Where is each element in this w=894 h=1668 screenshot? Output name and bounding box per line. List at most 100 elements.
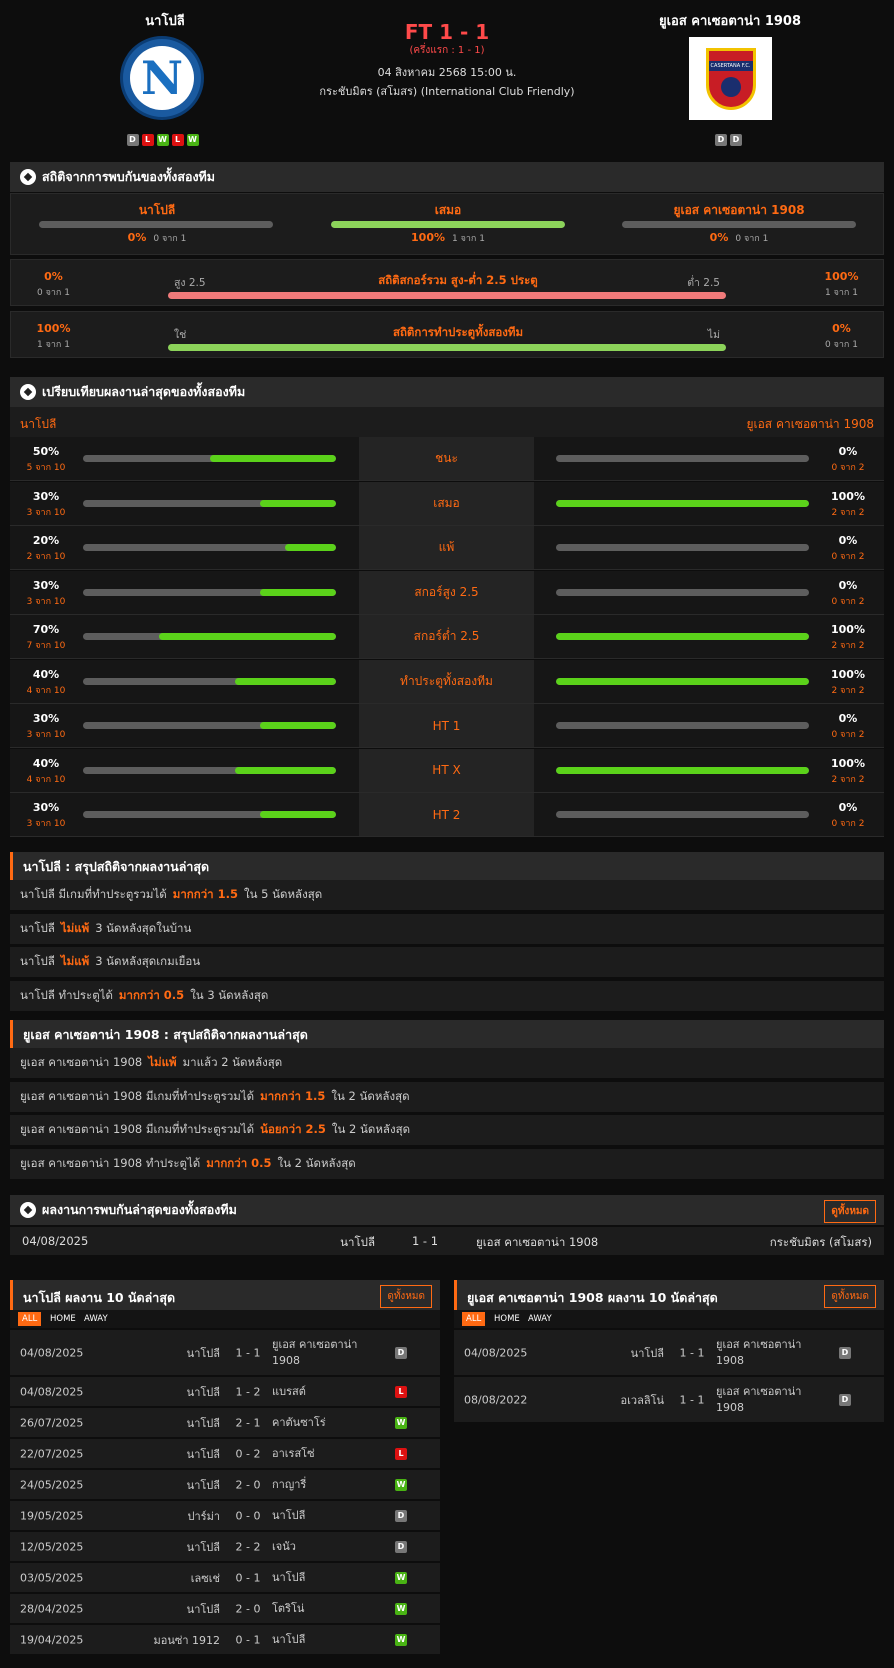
result-home: นาโปลี — [186, 1385, 220, 1399]
h2h-result-row[interactable]: 04/08/2025 นาโปลี 1 - 1 ยูเอส คาเซอตาน่า… — [10, 1227, 884, 1255]
match-datetime: 04 สิงหาคม 2568 15:00 น. — [377, 66, 517, 79]
away-team-name[interactable]: ยูเอส คาเซอตาน่า 1908 — [640, 10, 820, 31]
result-row[interactable]: 24/05/2025 นาโปลี 2 - 0 กาญารี่ W — [10, 1470, 440, 1500]
compare-header: เปรียบเทียบผลงานล่าสุดของทั้งสองทีม — [10, 377, 884, 407]
summary-text-end: 3 นัดหลังสุดในบ้าน — [95, 920, 192, 935]
home-team-logo[interactable]: N — [120, 36, 204, 120]
home-last10-tabs: ALL HOME AWAY — [10, 1310, 440, 1328]
result-badge: W — [395, 1416, 407, 1429]
compare-home-bar — [83, 677, 336, 685]
result-date: 12/05/2025 — [20, 1540, 84, 1553]
result-score: 1 - 1 — [679, 1393, 705, 1406]
away-summary-header: ยูเอส คาเซอตาน่า 1908 : สรุปสถิติจากผลงา… — [10, 1020, 884, 1050]
home-logo-letter: N — [130, 46, 194, 110]
away-tab-all[interactable]: ALL — [462, 1312, 486, 1326]
result-date: 19/04/2025 — [20, 1633, 84, 1646]
result-row[interactable]: 03/05/2025 เลซเช่ 0 - 1 นาโปลี W — [10, 1563, 440, 1593]
result-badge: W — [395, 1478, 407, 1491]
compare-home-pct: 70% — [32, 623, 60, 636]
result-home: นาโปลี — [186, 1478, 220, 1492]
compare-home-sub: 4 จาก 10 — [26, 685, 66, 696]
away-logo-text: CASERTANA F.C. — [708, 60, 753, 71]
result-score: 1 - 1 — [235, 1346, 261, 1359]
away-tab-away[interactable]: AWAY — [524, 1312, 556, 1326]
result-score: 0 - 2 — [235, 1447, 261, 1460]
home-summary-title: นาโปลี : สรุปสถิติจากผลงานล่าสุด — [23, 859, 210, 874]
compare-home-pct: 40% — [32, 667, 60, 681]
halftime-score: (ครึ่งแรก : 1 - 1) — [409, 45, 485, 56]
h2h-view-all-button[interactable]: ดูทั้งหมด — [824, 1200, 876, 1223]
summary-text: ยูเอส คาเซอตาน่า 1908 มีเกมที่ทำประตูรวม… — [20, 1088, 255, 1103]
compare-label: ทำประตูทั้งสองทีม — [359, 659, 534, 703]
compare-away-sub: 2 จาก 2 — [831, 774, 865, 785]
h2h-results-title: ผลงานการพบกันล่าสุดของทั้งสองทีม — [42, 1202, 237, 1217]
result-row[interactable]: 04/08/2025 นาโปลี 1 - 1 ยูเอส คาเซอตาน่า 19… — [10, 1330, 440, 1376]
h2h-stats-header: สถิติจากการพบกันของทั้งสองทีม — [10, 162, 884, 192]
home-tab-all[interactable]: ALL — [18, 1312, 42, 1326]
form-badge: D — [126, 134, 139, 146]
result-row[interactable]: 22/07/2025 นาโปลี 0 - 2 อาเรสโซ่ L — [10, 1439, 440, 1469]
ou-right-label: ต่ำ 2.5 — [687, 277, 720, 289]
result-date: 28/04/2025 — [20, 1602, 84, 1615]
result-row[interactable]: 26/07/2025 นาโปลี 2 - 1 คาตันซาโร่ W — [10, 1408, 440, 1438]
home-last10-view-all-button[interactable]: ดูทั้งหมด — [380, 1285, 432, 1308]
compare-home-pct: 30% — [32, 578, 60, 592]
compare-row: 30% 3 จาก 10 HT 1 0% 0 จาก 2 — [10, 704, 884, 748]
result-row[interactable]: 04/08/2025 นาโปลี 1 - 1 ยูเอส คาเซอตาน่า 19… — [454, 1330, 884, 1376]
result-row[interactable]: 08/08/2022 อเวลลิโน่ 1 - 1 ยูเอส คาเซอตาน่า… — [454, 1377, 884, 1423]
h2h-draw-sub: 1 จาก 1 — [452, 234, 485, 244]
soccer-ball-icon — [20, 169, 36, 185]
result-row[interactable]: 12/05/2025 นาโปลี 2 - 2 เจนัว D — [10, 1532, 440, 1562]
h2h-home-sub: 0 จาก 1 — [153, 234, 187, 244]
summary-text-end: มาแล้ว 2 นัดหลังสุด — [182, 1055, 283, 1069]
result-badge: D — [839, 1393, 851, 1406]
away-team-logo[interactable]: CASERTANA F.C. — [689, 37, 772, 120]
compare-away-pct: 0% — [838, 534, 858, 547]
compare-away-pct: 100% — [831, 623, 865, 636]
result-badge: D — [839, 1346, 851, 1359]
soccer-ball-icon — [20, 384, 36, 400]
result-row[interactable]: 19/04/2025 มอนซ่า 1912 0 - 1 นาโปลี W — [10, 1625, 440, 1655]
result-score: 1 - 1 — [679, 1346, 705, 1359]
away-summary-title: ยูเอส คาเซอตาน่า 1908 : สรุปสถิติจากผลงา… — [23, 1027, 308, 1042]
compare-away-sub: 2 จาก 2 — [831, 685, 865, 696]
btts-left-sub: 1 จาก 1 — [37, 340, 70, 350]
result-row[interactable]: 19/05/2025 ปาร์ม่า 0 - 0 นาโปลี D — [10, 1501, 440, 1531]
home-team-name[interactable]: นาโปลี — [85, 10, 245, 31]
h2h-results-header: ผลงานการพบกันล่าสุดของทั้งสองทีม ดูทั้งห… — [10, 1195, 884, 1225]
result-date: 04/08/2025 — [464, 1346, 528, 1359]
summary-text-end: 3 นัดหลังสุดเกมเยือน — [95, 954, 201, 968]
summary-row: ยูเอส คาเซอตาน่า 1908 มีเกมที่ทำประตูรวม… — [10, 1115, 884, 1145]
h2h-draw-bar — [331, 221, 565, 228]
away-tab-home[interactable]: HOME — [490, 1312, 524, 1326]
h2h-stats-title: สถิติจากการพบกันของทั้งสองทีม — [42, 169, 216, 184]
home-tab-home[interactable]: HOME — [46, 1312, 80, 1326]
result-row[interactable]: 28/04/2025 นาโปลี 2 - 0 โตริโน่ W — [10, 1594, 440, 1624]
compare-title: เปรียบเทียบผลงานล่าสุดของทั้งสองทีม — [42, 384, 246, 399]
compare-away-bar — [556, 588, 809, 596]
compare-away-pct: 0% — [838, 712, 858, 725]
home-tab-away[interactable]: AWAY — [80, 1312, 112, 1326]
result-home: นาโปลี — [630, 1346, 664, 1360]
form-badge: W — [156, 134, 169, 146]
btts-right-sub: 0 จาก 1 — [825, 340, 858, 350]
result-badge: D — [395, 1509, 407, 1522]
compare-home-sub: 3 จาก 10 — [26, 819, 66, 829]
h2h-stats-panel: นาโปลี 0% 0 จาก 1 เสมอ 100% 1 จาก 1 ยูเอ… — [10, 193, 884, 255]
summary-highlight: มากกว่า 1.5 — [172, 887, 239, 901]
result-badge: W — [395, 1602, 407, 1615]
form-badge: D — [715, 134, 727, 146]
away-last10-view-all-button[interactable]: ดูทั้งหมด — [824, 1285, 876, 1308]
compare-home-name: นาโปลี — [20, 417, 57, 431]
form-badge: D — [730, 134, 742, 146]
away-last10-title: ยูเอส คาเซอตาน่า 1908 ผลงาน 10 นัดล่าสุด — [467, 1290, 718, 1305]
summary-highlight: ไม่แพ้ — [60, 920, 90, 935]
away-last10-tabs: ALL HOME AWAY — [454, 1310, 884, 1328]
result-row[interactable]: 04/08/2025 นาโปลี 1 - 2 แบรสต์ L — [10, 1377, 440, 1407]
compare-away-bar — [556, 722, 809, 729]
compare-home-sub: 5 จาก 10 — [26, 463, 66, 473]
compare-row: 20% 2 จาก 10 แพ้ 0% 0 จาก 2 — [10, 526, 884, 570]
result-date: 19/05/2025 — [20, 1509, 84, 1522]
summary-text: นาโปลี ทำประตูได้ — [20, 987, 113, 1002]
result-away: โตริโน่ — [272, 1601, 305, 1615]
